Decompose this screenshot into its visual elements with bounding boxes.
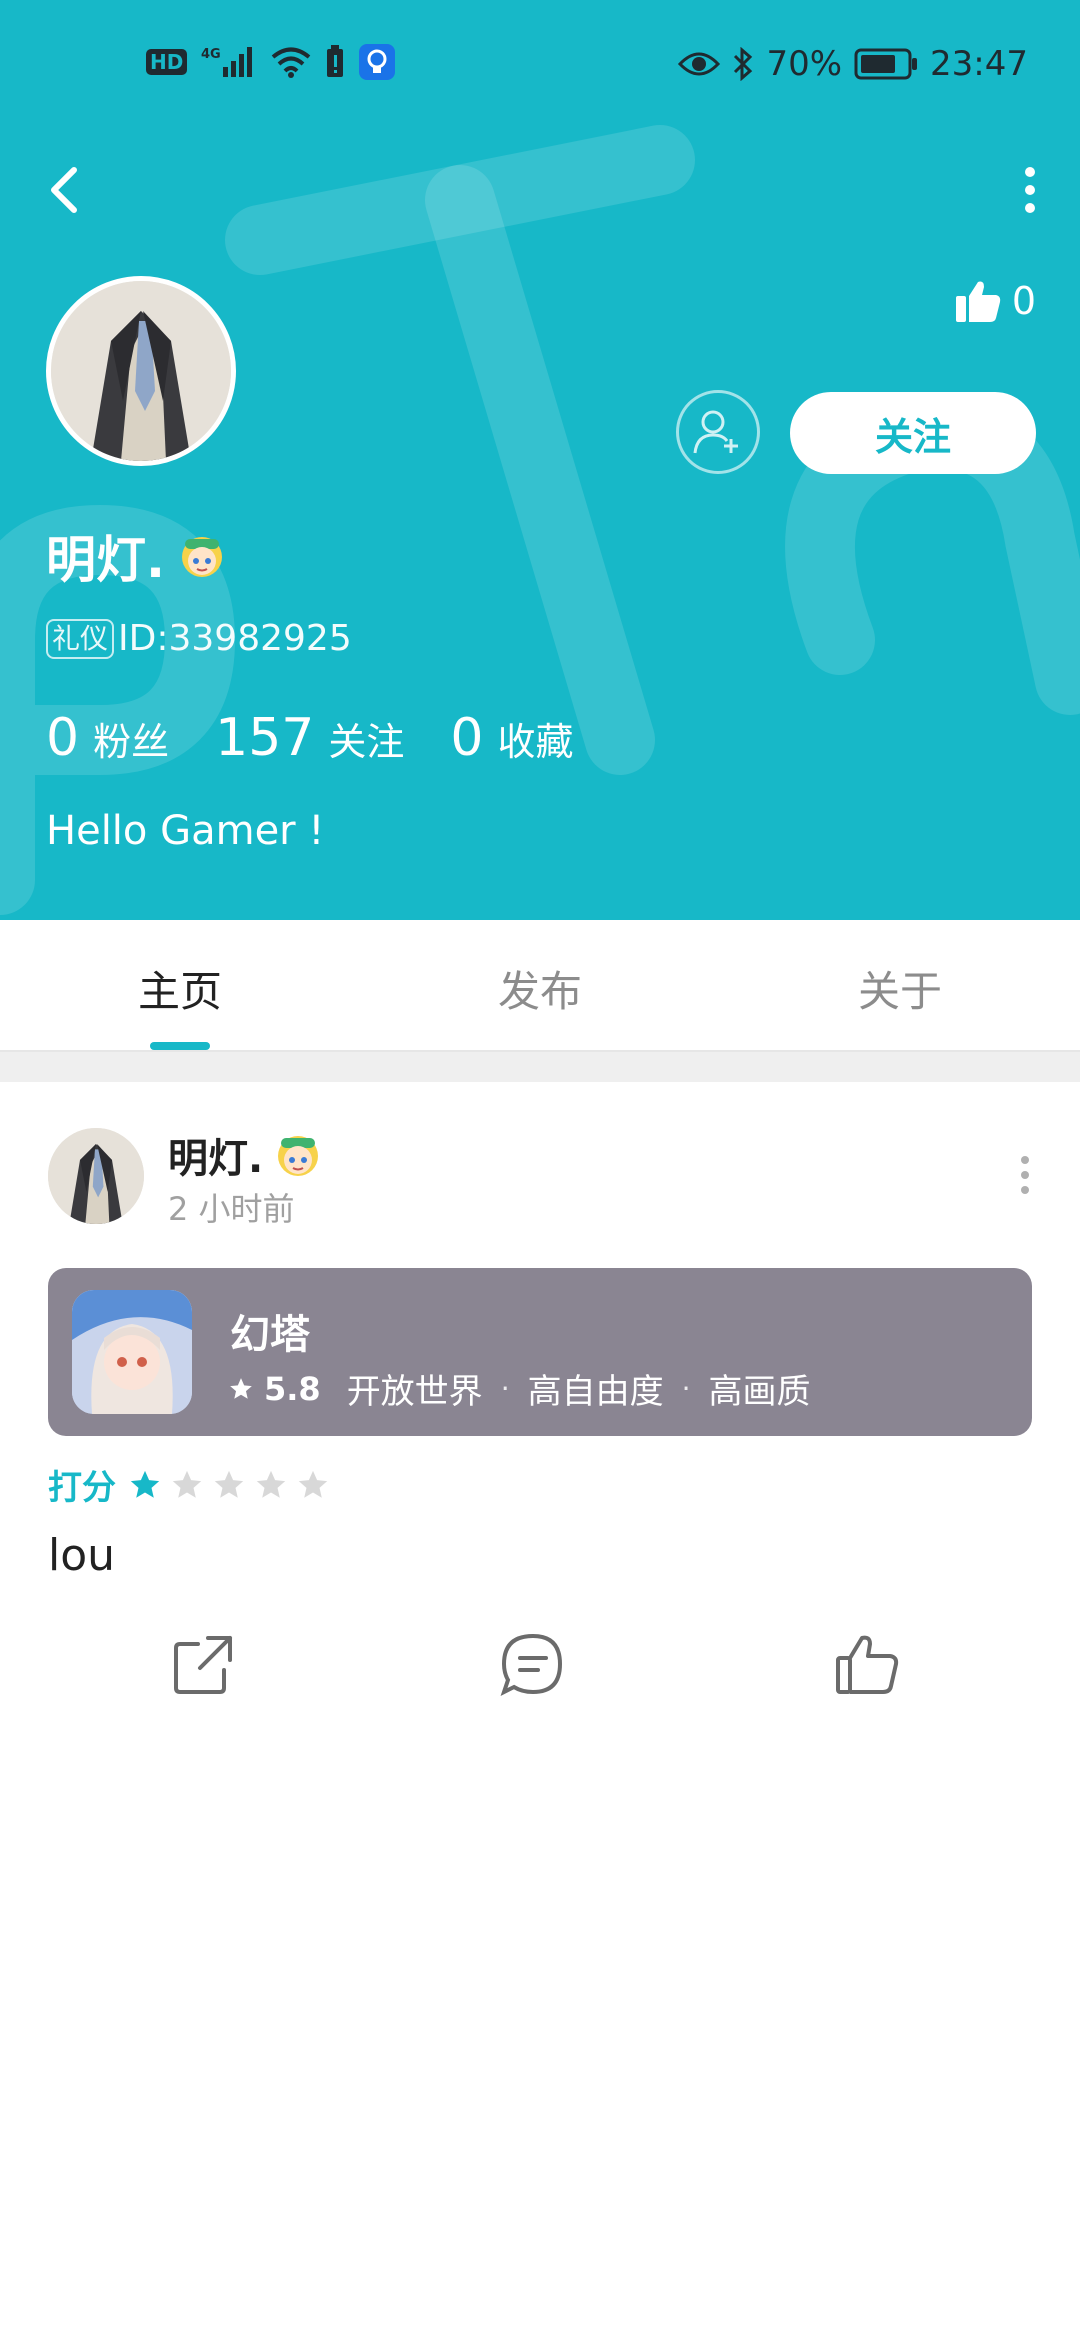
comment-icon	[500, 1633, 563, 1696]
hd-indicator: HD	[146, 49, 188, 75]
nickname-row: 明灯.	[46, 520, 227, 592]
tag-separator: ·	[681, 1372, 691, 1405]
bulb-app-icon	[359, 44, 396, 80]
stat-value: 157	[215, 708, 315, 768]
role-badge: 礼仪	[46, 618, 115, 659]
rating-row: 打分	[48, 1460, 330, 1509]
stats-row: 0 粉丝 157 关注 0 收藏	[46, 708, 620, 768]
user-id: ID:33982925	[118, 618, 352, 659]
like-count-value: 0	[1011, 279, 1036, 323]
post-content: lou	[48, 1530, 116, 1581]
more-vertical-icon	[1025, 167, 1035, 213]
bio: Hello Gamer !	[46, 808, 325, 854]
more-options-button[interactable]	[1010, 160, 1050, 220]
battery-percent: 70%	[766, 44, 843, 84]
star-icon	[214, 1470, 244, 1498]
add-user-icon	[693, 410, 738, 454]
avatar[interactable]	[46, 276, 236, 466]
stat-label: 关注	[328, 720, 405, 764]
tab-posts[interactable]: 发布	[440, 958, 640, 1019]
profile-like-counter[interactable]: 0	[954, 278, 1036, 324]
character-badge-icon	[278, 1136, 319, 1176]
avatar-image	[51, 281, 231, 461]
thumbs-up-outline-icon	[836, 1635, 899, 1694]
game-card[interactable]: 幻塔 5.8 开放世界 · 高自由度 · 高画质	[48, 1268, 1032, 1436]
status-bar: HD 4G 70% 23:47	[0, 0, 1080, 130]
network-type-label: 4G	[201, 47, 221, 62]
post-time: 2 小时前	[168, 1190, 295, 1228]
back-button[interactable]	[40, 160, 90, 220]
nickname: 明灯.	[46, 531, 165, 589]
like-button[interactable]	[832, 1630, 902, 1700]
avatar-image	[48, 1128, 144, 1224]
wifi-icon	[272, 47, 311, 78]
profile-tabs: 主页 发布 关于	[0, 920, 1080, 1052]
post-card: 明灯. 2 小时前 幻塔 5.8 开放世界 · 高自由度 · 高画质 打分 lo…	[0, 1082, 1080, 1732]
bluetooth-icon	[734, 47, 753, 81]
star-icon	[172, 1470, 202, 1498]
active-tab-indicator	[150, 1042, 210, 1050]
game-cover-image	[72, 1290, 192, 1414]
game-meta: 5.8 开放世界 · 高自由度 · 高画质	[228, 1364, 811, 1413]
rating-stars	[128, 1468, 330, 1502]
game-tag: 高画质	[708, 1372, 811, 1412]
game-tag: 高自由度	[527, 1372, 664, 1412]
rating-label: 打分	[48, 1468, 116, 1508]
eye-comfort-icon	[678, 52, 721, 76]
chevron-left-icon	[51, 167, 77, 213]
tab-home[interactable]: 主页	[80, 958, 280, 1019]
section-divider	[0, 1052, 1080, 1082]
star-icon	[256, 1470, 286, 1498]
game-title: 幻塔	[230, 1312, 310, 1358]
stat-following[interactable]: 157 关注	[215, 708, 404, 768]
stat-favorites[interactable]: 0 收藏	[450, 708, 573, 768]
comment-button[interactable]	[498, 1630, 568, 1700]
tab-about[interactable]: 关于	[800, 958, 1000, 1019]
stat-value: 0	[450, 708, 484, 768]
stat-fans[interactable]: 0 粉丝	[46, 708, 169, 768]
post-author-name[interactable]: 明灯.	[168, 1126, 263, 1184]
thumbs-up-icon	[955, 281, 1000, 322]
profile-header: HD 4G 70% 23:47 0 关注 明灯. 礼仪 ID:33982925 …	[0, 0, 1080, 920]
star-icon	[130, 1470, 160, 1498]
post-more-button[interactable]	[1010, 1150, 1040, 1200]
clock: 23:47	[930, 44, 1028, 84]
add-friend-button[interactable]	[676, 390, 760, 474]
share-button[interactable]	[168, 1630, 238, 1700]
character-badge-icon	[182, 537, 222, 577]
stat-label: 收藏	[497, 720, 574, 764]
game-icon	[72, 1290, 192, 1414]
game-tag: 开放世界	[346, 1372, 483, 1412]
game-score: 5.8	[264, 1369, 321, 1408]
cellular-signal-icon: 4G	[201, 47, 253, 77]
share-icon	[174, 1636, 232, 1694]
follow-button[interactable]: 关注	[790, 392, 1036, 474]
stat-label: 粉丝	[93, 720, 170, 764]
post-author-avatar[interactable]	[48, 1128, 144, 1224]
battery-icon	[854, 48, 918, 80]
stat-value: 0	[46, 708, 80, 768]
id-row: 礼仪 ID:33982925	[46, 618, 352, 659]
battery-alert-icon	[327, 45, 344, 77]
tag-separator: ·	[500, 1372, 510, 1405]
more-vertical-icon	[1021, 1156, 1029, 1194]
star-icon	[298, 1470, 328, 1498]
post-author-row: 明灯.	[168, 1126, 323, 1184]
star-icon	[230, 1377, 252, 1399]
post-actions	[0, 1630, 1080, 1710]
